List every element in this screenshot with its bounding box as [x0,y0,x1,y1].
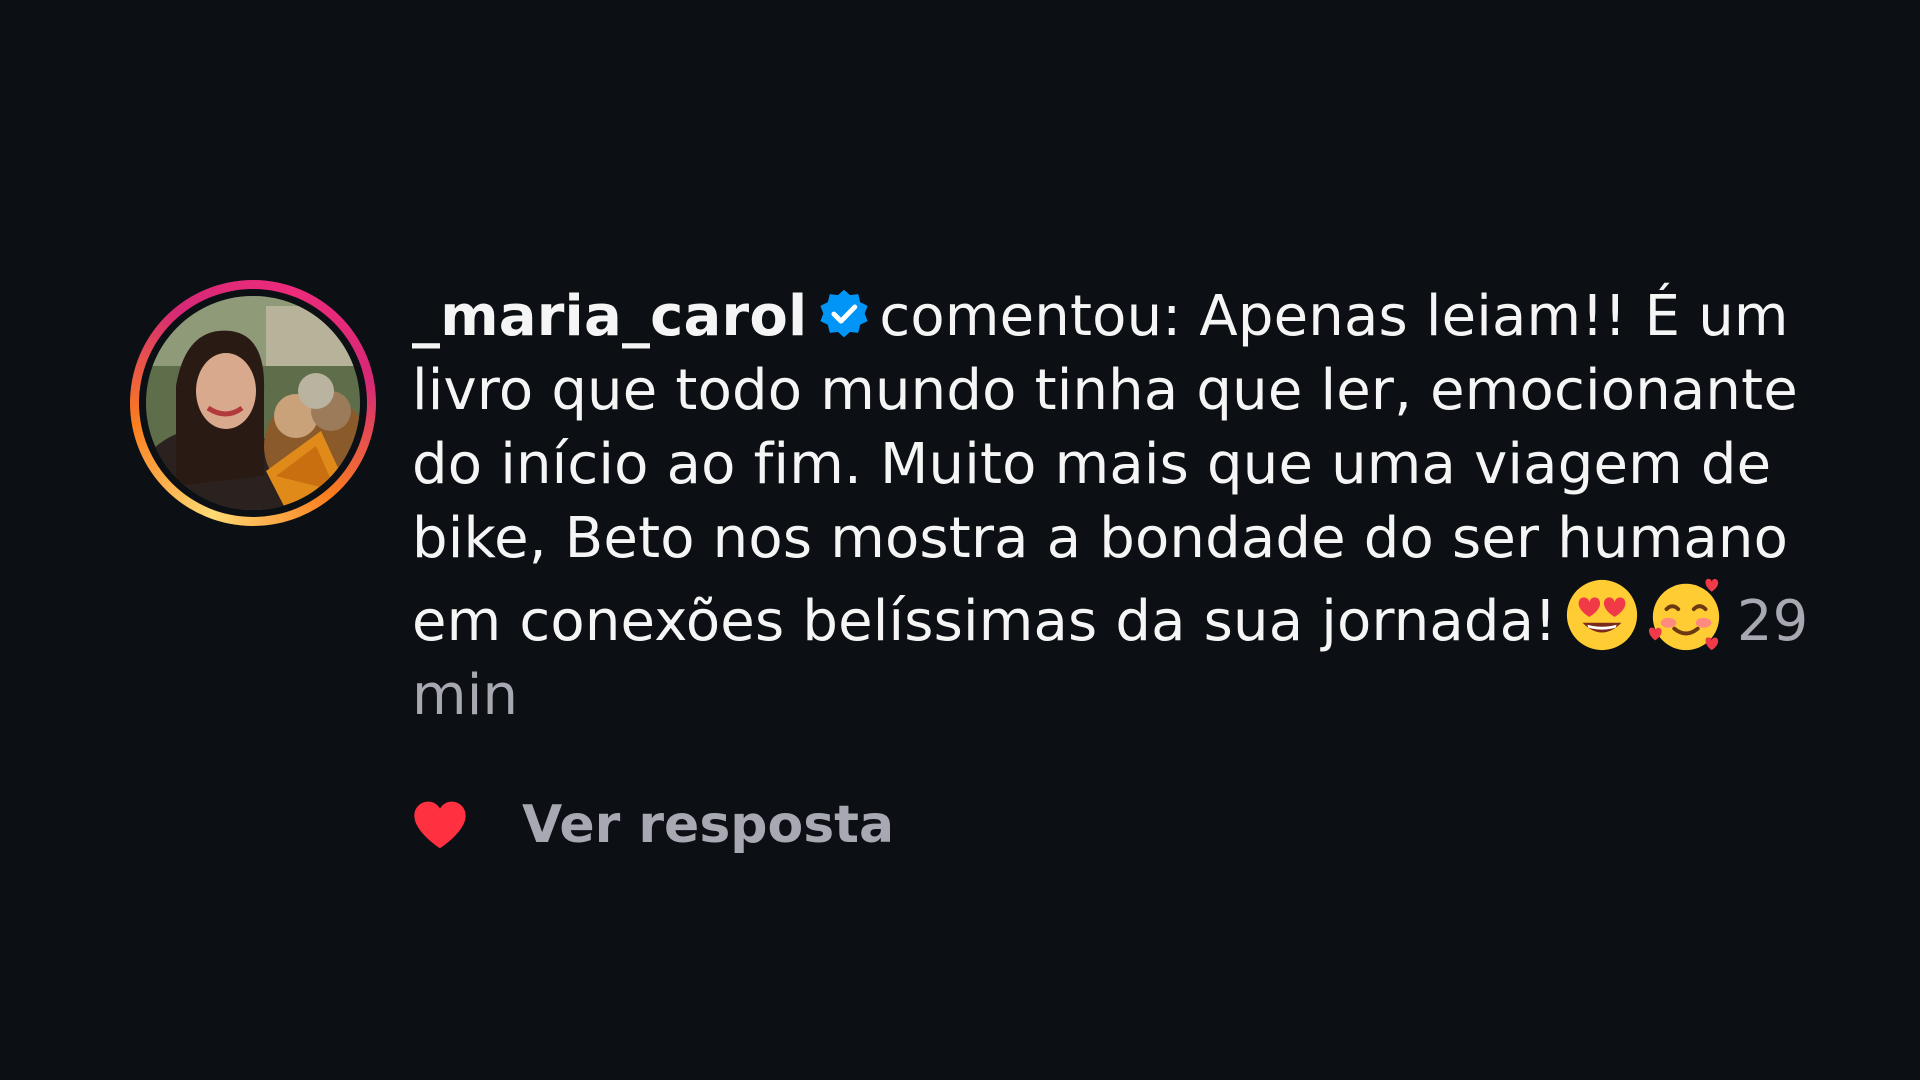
heart-eyes-emoji [1566,579,1637,651]
avatar-photo [146,296,360,510]
smiling-face-with-hearts-emoji [1648,578,1719,651]
notification-content: _maria_carol comentou: Apenas leiam!! É u… [412,280,1832,733]
comment-paragraph: _maria_carol comentou: Apenas leiam!! É u… [412,280,1832,733]
avatar[interactable] [146,296,360,510]
action-text: comentou: [879,284,1182,349]
view-replies-link[interactable]: Ver resposta [522,795,894,855]
story-ring[interactable] [130,280,376,526]
heart-icon[interactable] [412,800,468,850]
comment-actions: Ver resposta [412,795,894,855]
username-link[interactable]: _maria_carol [412,284,807,349]
verified-badge-icon [820,289,869,338]
